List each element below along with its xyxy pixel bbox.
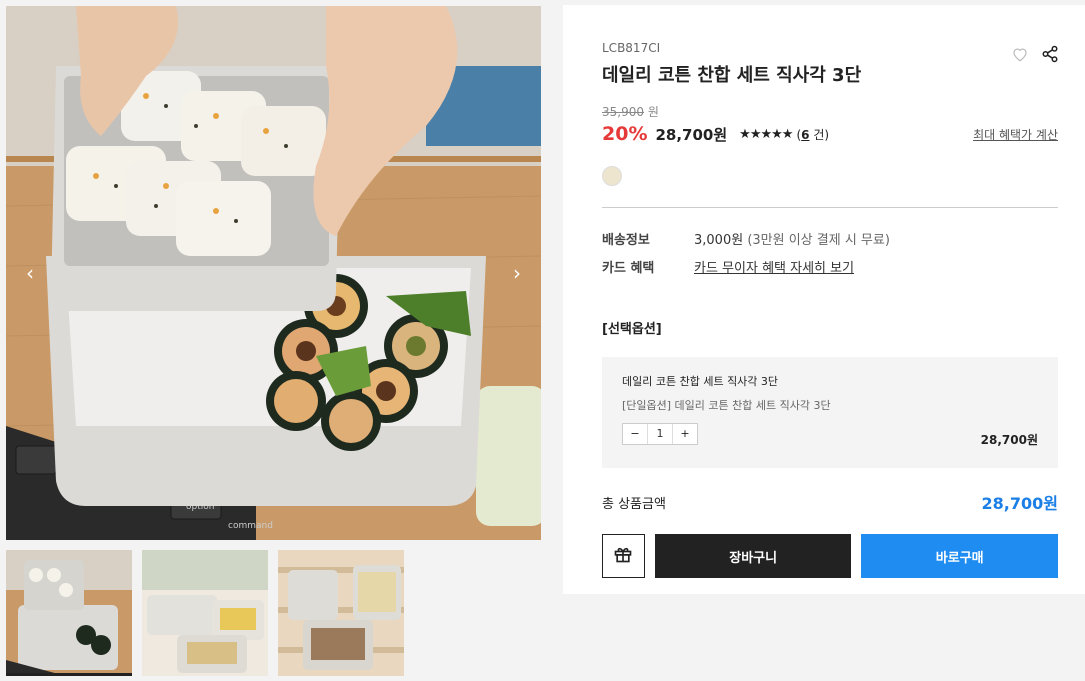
purchase-actions: 장바구니 바로구매 xyxy=(602,534,1058,578)
review-count-number[interactable]: 6 xyxy=(801,128,809,142)
option-price: 28,700원 xyxy=(980,433,1038,447)
key-label: command xyxy=(228,521,273,531)
thumbnail-1[interactable] xyxy=(6,550,132,676)
shipping-value: 3,000원 (3만원 이상 결제 시 무료) xyxy=(694,232,890,248)
original-price-unit: 원 xyxy=(647,105,659,119)
chevron-left-icon[interactable]: ‹ xyxy=(18,261,42,285)
card-benefit-label: 카드 혜택 xyxy=(602,260,655,276)
sale-price: 28,700원 xyxy=(655,125,728,144)
price-row: 20% 28,700원 ★★★★★ (6 건) 최대 혜택가 계산 xyxy=(602,122,1058,146)
option-title: [선택옵션] xyxy=(602,322,662,337)
discount-rate: 20% xyxy=(602,123,648,145)
original-price: 35,900 원 xyxy=(602,103,1058,120)
option-sub: [단일옵션] 데일리 코튼 찬합 세트 직사각 3단 xyxy=(622,399,831,412)
max-benefit-link[interactable]: 최대 혜택가 계산 xyxy=(973,126,1058,143)
add-to-cart-button[interactable]: 장바구니 xyxy=(654,534,852,578)
heart-icon[interactable] xyxy=(1011,45,1029,63)
option-name: 데일리 코튼 찬합 세트 직사각 3단 xyxy=(622,375,779,388)
top-action-icons xyxy=(1011,45,1059,63)
product-meta: 배송정보 3,000원 (3만원 이상 결제 시 무료) 카드 혜택 카드 무이… xyxy=(602,224,1058,280)
divider xyxy=(602,207,1058,208)
chevron-right-icon[interactable]: › xyxy=(505,261,529,285)
product-code: LCB817CI xyxy=(602,41,661,55)
color-swatch[interactable] xyxy=(602,166,622,186)
quantity-stepper: − 1 + xyxy=(622,423,698,445)
total-label: 총 상품금액 xyxy=(602,496,666,512)
thumbnail-3[interactable] xyxy=(278,550,404,676)
product-title: 데일리 코튼 찬합 세트 직사각 3단 xyxy=(602,65,862,86)
review-count[interactable]: (6 건) xyxy=(796,126,829,143)
product-page: control fn option command xyxy=(0,0,1085,681)
original-price-value: 35,900 xyxy=(602,105,644,119)
shipping-row: 배송정보 3,000원 (3만원 이상 결제 시 무료) xyxy=(602,224,1058,252)
gift-icon xyxy=(613,544,633,568)
shipping-label: 배송정보 xyxy=(602,232,650,248)
buy-now-button[interactable]: 바로구매 xyxy=(861,534,1058,578)
card-benefit-row: 카드 혜택 카드 무이자 혜택 자세히 보기 xyxy=(602,252,1058,280)
increase-button[interactable]: + xyxy=(673,424,697,444)
rating-stars: ★★★★★ xyxy=(739,126,793,142)
decrease-button[interactable]: − xyxy=(623,424,647,444)
selected-option-box: 데일리 코튼 찬합 세트 직사각 3단 [단일옵션] 데일리 코튼 찬합 세트 … xyxy=(602,357,1058,468)
thumbnail-2[interactable] xyxy=(142,550,268,676)
gift-button[interactable] xyxy=(602,534,645,578)
thumbnail-strip xyxy=(6,550,541,676)
main-product-image: control fn option command xyxy=(6,6,541,540)
total-price: 28,700원 xyxy=(981,494,1058,513)
product-gallery: control fn option command xyxy=(6,6,541,676)
card-benefit-link[interactable]: 카드 무이자 혜택 자세히 보기 xyxy=(694,257,854,276)
product-info-panel: LCB817CI 데일리 코튼 찬합 세트 직사각 3단 35,900 원 20… xyxy=(563,5,1085,594)
share-icon[interactable] xyxy=(1041,45,1059,63)
quantity-value[interactable]: 1 xyxy=(647,424,673,444)
total-row: 총 상품금액 28,700원 xyxy=(602,490,1058,514)
